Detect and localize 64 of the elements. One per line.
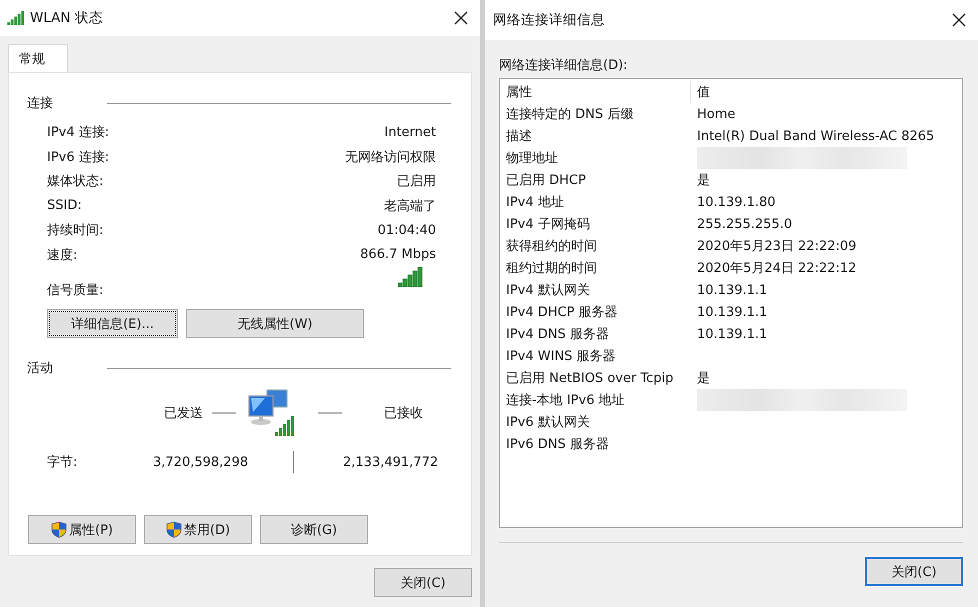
property-cell-text: IPv4 DHCP 服务器 <box>506 304 619 321</box>
property-cell-text: IPv4 默认网关 <box>506 282 591 299</box>
value-cell-text: 10.139.1.1 <box>696 282 768 298</box>
value-cell-text: Intel(R) Dual Band Wireless-AC 8265 <box>696 128 936 144</box>
value-cell-text: 2020年5月23日 22:22:09 <box>696 238 858 255</box>
dialog-button[interactable]: 禁用(D) <box>144 515 252 544</box>
field-value: 01:04:40 <box>378 222 436 238</box>
property-cell-text: 连接-本地 IPv6 地址 <box>506 392 626 409</box>
field-label: 媒体状态: <box>47 173 104 190</box>
signal-icon <box>7 11 25 25</box>
section-heading: 活动 <box>27 360 53 377</box>
property-cell-text: 描述 <box>506 128 533 145</box>
dialog-button[interactable]: 属性(P) <box>28 515 136 544</box>
section-heading: 连接 <box>27 95 53 112</box>
property-cell-text: 已启用 DHCP <box>506 172 587 189</box>
field-label: 字节: <box>47 454 78 471</box>
received-label: 已接收 <box>384 405 423 422</box>
property-cell-text: 连接特定的 DNS 后缀 <box>506 106 634 123</box>
close-button[interactable]: 关闭(C) <box>865 557 963 586</box>
property-cell-text: IPv6 DNS 服务器 <box>506 436 610 453</box>
shield-icon <box>51 521 67 538</box>
dialog-button[interactable]: 诊断(G) <box>260 515 368 544</box>
close-icon[interactable] <box>952 13 966 27</box>
field-value: Internet <box>384 124 436 140</box>
list-label: 网络连接详细信息(D): <box>499 57 629 75</box>
field-label: 持续时间: <box>47 222 104 240</box>
value-cell-text: Home <box>696 106 736 122</box>
window-title: WLAN 状态 <box>30 9 104 27</box>
field-label: SSID: <box>47 198 82 214</box>
field-label: 速度: <box>47 246 78 264</box>
close-button[interactable]: 关闭(C) <box>374 568 472 597</box>
value-cell-text: 255.255.255.0 <box>696 216 794 232</box>
value-cell-text: 10.139.1.1 <box>696 326 768 342</box>
property-cell-text: 已启用 NetBIOS over Tcpip <box>506 370 674 387</box>
property-cell-text: IPv4 WINS 服务器 <box>506 348 617 365</box>
dialog-button[interactable]: 详细信息(E)... <box>47 309 178 338</box>
property-cell-text: IPv4 DNS 服务器 <box>506 326 610 343</box>
value-cell-text: 是 <box>696 370 711 387</box>
field-label: 信号质量: <box>47 282 104 299</box>
tab[interactable]: 常规 <box>8 44 68 72</box>
property-cell-text: 物理地址 <box>506 150 559 167</box>
property-cell-text: 租约过期的时间 <box>506 260 598 277</box>
field-value: 老高端了 <box>384 198 436 215</box>
property-cell-text: IPv4 子网掩码 <box>506 216 591 233</box>
field-label: IPv4 连接: <box>47 124 110 142</box>
sent-label: 已发送 <box>164 405 203 422</box>
value-cell-text: 10.139.1.80 <box>696 194 777 210</box>
value-cell-text: 是 <box>696 172 711 189</box>
value-cell-text: 10.139.1.1 <box>696 304 768 320</box>
field-value: 866.7 Mbps <box>360 247 436 262</box>
column-header[interactable]: 值 <box>690 81 956 103</box>
signal-icon <box>398 267 423 287</box>
property-cell-text: IPv6 默认网关 <box>506 414 591 431</box>
shield-icon <box>166 521 182 538</box>
dialog-button[interactable]: 无线属性(W) <box>186 309 364 338</box>
field-label: IPv6 连接: <box>47 148 110 166</box>
property-cell-text: IPv4 地址 <box>506 194 565 211</box>
window-title: 网络连接详细信息 <box>493 11 606 29</box>
property-cell-text: 获得租约的时间 <box>506 238 598 255</box>
column-header[interactable]: 属性 <box>506 83 690 101</box>
field-value: 无网络访问权限 <box>345 148 436 166</box>
value-cell-text: 2020年5月24日 22:22:12 <box>696 260 858 277</box>
close-icon[interactable] <box>454 11 468 25</box>
field-value: 已启用 <box>397 173 436 190</box>
